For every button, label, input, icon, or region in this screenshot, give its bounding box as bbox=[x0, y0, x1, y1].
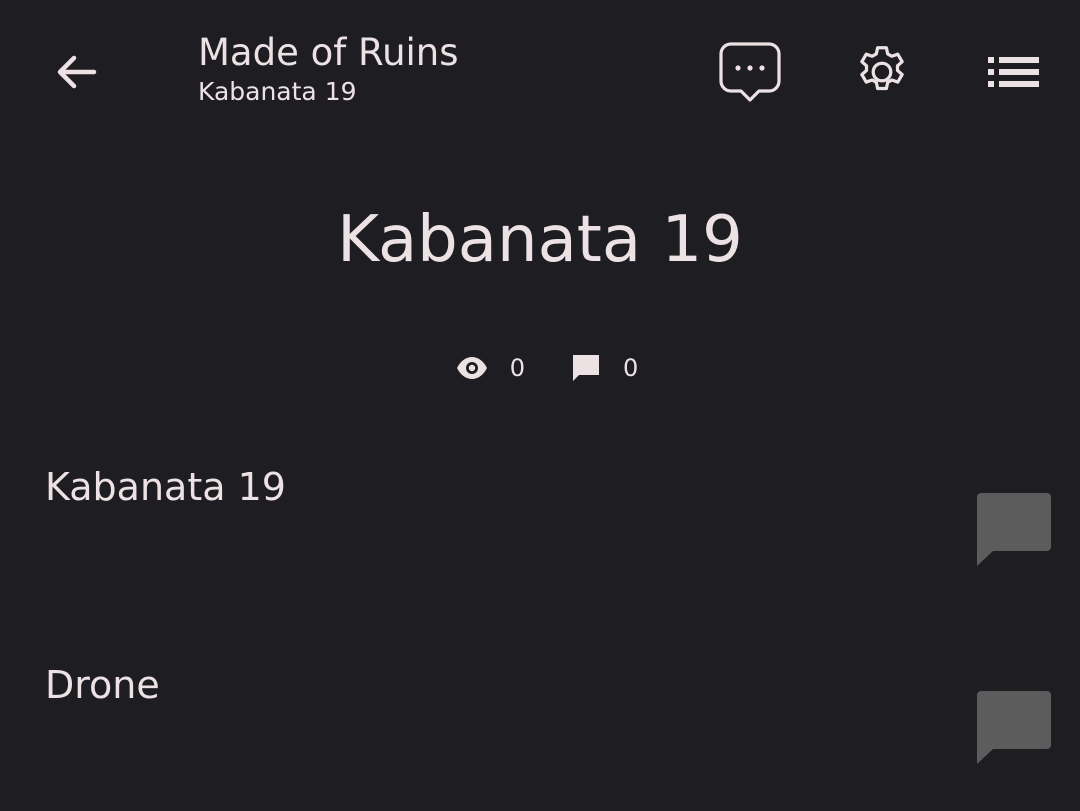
list-icon bbox=[988, 57, 1039, 87]
chapter-subtitle: Kabanata 19 bbox=[198, 77, 357, 106]
back-button[interactable] bbox=[36, 36, 116, 108]
comment-icon bbox=[573, 355, 599, 381]
story-title: Made of Ruins bbox=[198, 31, 459, 74]
views-count: 0 bbox=[509, 354, 525, 382]
settings-button[interactable] bbox=[844, 36, 920, 108]
comments-stat: 0 bbox=[571, 353, 638, 383]
paragraph-comment-button[interactable] bbox=[976, 690, 1052, 764]
title-block: Made of Ruins Kabanata 19 bbox=[198, 30, 459, 108]
comments-button[interactable] bbox=[712, 36, 788, 108]
arrow-back-icon bbox=[57, 55, 97, 89]
paragraph-text: Drone bbox=[45, 663, 160, 707]
paragraph-text: Kabanata 19 bbox=[45, 465, 286, 509]
chapter-list-button[interactable] bbox=[976, 36, 1052, 108]
app-bar: Made of Ruins Kabanata 19 bbox=[0, 0, 1080, 140]
comment-icon bbox=[977, 493, 1051, 566]
comment-icon bbox=[977, 691, 1051, 764]
paragraph-comment-button[interactable] bbox=[976, 492, 1052, 566]
views-stat: 0 bbox=[456, 354, 525, 382]
comments-count: 0 bbox=[623, 354, 639, 382]
chapter-title: Kabanata 19 bbox=[337, 203, 743, 277]
gear-icon bbox=[860, 46, 904, 91]
chat-bubble-dots-icon bbox=[719, 42, 781, 102]
chapter-stats: 0 0 bbox=[0, 346, 1080, 390]
eye-icon bbox=[456, 357, 487, 379]
